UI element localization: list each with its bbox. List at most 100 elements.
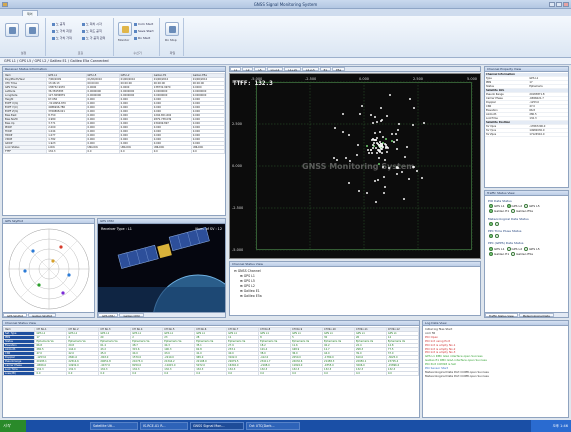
app-icon[interactable] [2, 2, 8, 7]
ribbon-item-3[interactable]: 노 피치 시각 [82, 22, 102, 26]
table-cell: 0.0 [194, 371, 228, 376]
table-cell: 0.0 [258, 371, 292, 376]
tab-e5a[interactable]: E5a [332, 67, 346, 72]
table-cell: 0.0 [118, 149, 153, 154]
opt-gps-l1[interactable] [489, 204, 493, 209]
taskbar-item-3[interactable]: Oct UTC(Dark... [246, 422, 300, 430]
ttff-label: TTFF: 132.3 [233, 80, 273, 87]
ppc-galileo-e1[interactable] [489, 251, 493, 256]
satellite-illustration [98, 225, 225, 313]
ribbon-item-4[interactable]: 노 피드 공칙 [82, 29, 102, 33]
ppc-time-off[interactable] [495, 234, 499, 239]
ppc-gps-l5[interactable] [524, 246, 529, 251]
connection-status-text: GPS L1 / GPS L5 / GPS L2 / Galileo E1 / … [4, 59, 109, 63]
close-button[interactable] [563, 2, 569, 7]
scatter-point [372, 137, 375, 140]
opt-galileo-e5a[interactable] [511, 209, 516, 214]
minimize-button[interactable] [549, 2, 555, 7]
tab-gps-skyplot[interactable]: GPS SkyPlot [3, 313, 28, 317]
opt-gps-l5[interactable] [524, 204, 529, 209]
scatter-point [377, 148, 380, 151]
tab-galileo-skyplot[interactable]: Galileo SkyPlot [28, 313, 57, 317]
log-lines: Initial log files Start com fill PIO Open P… [423, 327, 568, 379]
ribbon-item-5[interactable]: 노 가 공칙 관리 [82, 36, 105, 40]
ribbon-group-file: Rx Stop 파일 [162, 18, 184, 56]
group-label-setup: 설정 [20, 51, 27, 55]
channel-status-table: Item CH No.1 CH No.2 CH No.3 CH No.4 CH No.5 C… [3, 327, 419, 376]
tab-meteo[interactable]: Meteorological Data [518, 313, 554, 317]
property-row[interactable]: SV Zpos 17124510.0 [485, 132, 568, 138]
config-button[interactable] [5, 23, 19, 37]
save-start-button[interactable]: Save Start [134, 29, 154, 33]
taskbar-item-2[interactable]: GNSS Signal Mon... [190, 422, 244, 430]
scatter-point [377, 163, 380, 166]
table-cell: Loss(dB) [3, 371, 36, 376]
tab-l2[interactable]: L2 [242, 67, 254, 72]
num-sv-label: Num. of SV : 12 [195, 227, 222, 231]
table-row[interactable]: Loss(dB) 0.0 0.0 0.0 0.0 0.0 0.0 0.0 0.0 0.0 0.0 0.… [3, 371, 419, 376]
ribbon-item-0[interactable]: 노 공칙 [52, 22, 65, 26]
tab-galileo-cmu[interactable]: Galileo CMU [119, 313, 144, 317]
taskbar-item-1[interactable]: IS-RCE-01 R... [140, 422, 188, 430]
tab-gps-cmu[interactable]: GPS CMU [98, 313, 119, 317]
scatter-point [403, 156, 406, 159]
taskbar-clock: 오후 1:46 [531, 420, 571, 432]
rx-start-button[interactable]: Rx Start [134, 36, 150, 40]
x-tick-label: 5.000 [467, 77, 477, 81]
tab-traffic[interactable]: Traffic Status View [485, 313, 518, 317]
tab-l1[interactable]: L1 [230, 67, 242, 72]
log-panel: Log Data View Initial log files Start com… [422, 320, 569, 418]
tab-l1-l2[interactable]: L1+L2 [266, 67, 284, 72]
table-cell: 0.0 [162, 371, 196, 376]
position-scatter-plot: -5.000 5.000 -2.500 2.500 0.000 0.000 2.500 -2.… [229, 73, 481, 259]
ribbon-item-1[interactable]: 노 가치 지정 [52, 29, 72, 33]
ribbon-tabs: 제어 [0, 9, 571, 16]
ppc-gps-l2[interactable] [506, 246, 511, 251]
port-button[interactable] [25, 23, 39, 37]
tree-item-galileo-e5a[interactable]: ⊞ Galileo E5a [234, 294, 262, 299]
opt-gps-l2[interactable] [506, 204, 511, 209]
tab-l2-l5[interactable]: L2+L5 [302, 67, 319, 72]
tab-l1-l5[interactable]: L1+L5 [284, 67, 301, 72]
monitor-button[interactable] [118, 22, 132, 36]
scatter-point [385, 145, 388, 148]
exit-button[interactable] [165, 22, 179, 36]
table-row[interactable]: TTFF 132.3 0.0 0.0 0.0 0.0 [3, 149, 225, 154]
ppc-time-on[interactable] [489, 234, 493, 239]
scatter-point [402, 197, 405, 200]
rx-stop-label: Rx Stop [165, 38, 177, 42]
skyplot-title: GPS SkyPlot [3, 219, 94, 224]
table-cell: 0.0 [290, 371, 324, 376]
channel-property-panel: Channel Property View Channel Informatio… [484, 66, 569, 188]
receiver-type-label: Receiver Type : L1 [101, 227, 132, 231]
port-icon [29, 27, 36, 34]
table-cell: 0.0 [85, 149, 120, 154]
tab-l5[interactable]: L5 [254, 67, 266, 72]
traffic-status-panel: Traffic Status View PIO Data Status GPS … [484, 190, 569, 318]
scatter-point [345, 156, 348, 159]
ribbon-item-2[interactable]: 노 가치 가져 [52, 36, 72, 40]
y-tick-label: -5.000 [232, 248, 243, 252]
scatter-point [422, 122, 425, 124]
scatter-point [383, 158, 386, 161]
scatter-point [378, 130, 381, 133]
y-tick-label: 2.500 [232, 122, 242, 126]
scatter-point [382, 135, 385, 138]
maximize-button[interactable] [556, 2, 562, 7]
log-line: Meteorological Data Port COM8 open Succe… [425, 373, 489, 378]
start-button[interactable]: 시작 [0, 420, 26, 432]
meteo-off[interactable] [495, 221, 499, 226]
opt-galileo-e1[interactable] [489, 209, 493, 214]
meteo-on[interactable] [489, 221, 493, 226]
scatter-point [411, 123, 414, 126]
scatter-point [400, 170, 403, 173]
ppc-gps-l1[interactable] [489, 246, 493, 251]
scatter-point [360, 104, 363, 107]
scatter-point [395, 138, 398, 141]
ppc-galileo-e5a[interactable] [511, 251, 516, 256]
property-name: SV Zpos [485, 132, 529, 138]
taskbar-item-0[interactable]: Satellite Uti... [90, 422, 138, 430]
tab-e1[interactable]: E1 [319, 67, 332, 72]
com-start-button[interactable]: Com Start [134, 22, 153, 26]
window-title: GNSS Signal Monitoring System [253, 2, 318, 7]
